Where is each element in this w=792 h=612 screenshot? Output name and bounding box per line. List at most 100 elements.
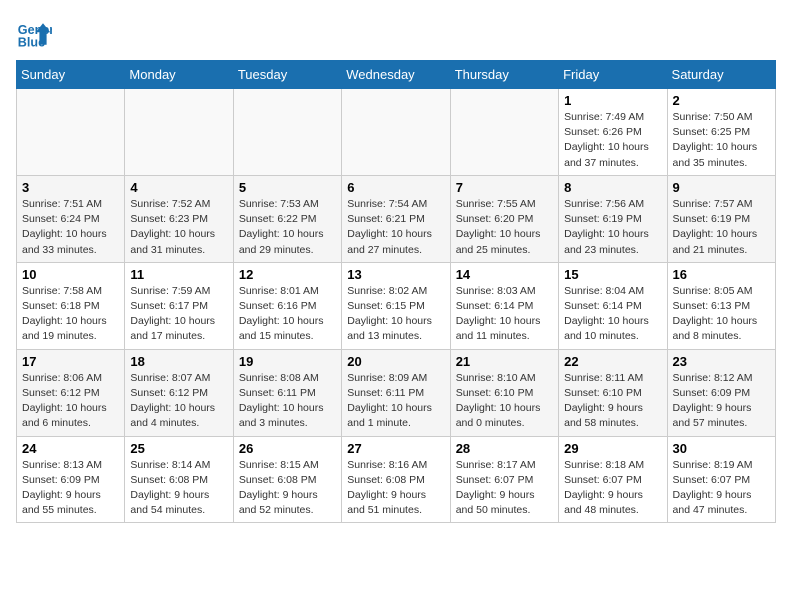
page-header: General Blue bbox=[16, 16, 776, 52]
day-number: 21 bbox=[456, 354, 553, 369]
day-info: Sunrise: 7:49 AMSunset: 6:26 PMDaylight:… bbox=[564, 110, 661, 171]
weekday-header-wednesday: Wednesday bbox=[342, 61, 450, 89]
day-info: Sunrise: 7:56 AMSunset: 6:19 PMDaylight:… bbox=[564, 197, 661, 258]
day-info: Sunrise: 8:02 AMSunset: 6:15 PMDaylight:… bbox=[347, 284, 444, 345]
day-number: 2 bbox=[673, 93, 770, 108]
weekday-header-thursday: Thursday bbox=[450, 61, 558, 89]
day-number: 15 bbox=[564, 267, 661, 282]
day-number: 4 bbox=[130, 180, 227, 195]
day-info: Sunrise: 8:12 AMSunset: 6:09 PMDaylight:… bbox=[673, 371, 770, 432]
day-number: 27 bbox=[347, 441, 444, 456]
day-number: 25 bbox=[130, 441, 227, 456]
day-info: Sunrise: 8:16 AMSunset: 6:08 PMDaylight:… bbox=[347, 458, 444, 519]
calendar-cell: 9Sunrise: 7:57 AMSunset: 6:19 PMDaylight… bbox=[667, 175, 775, 262]
calendar-week-2: 3 Sunrise: 7:51 AMSunset: 6:24 PMDaylight… bbox=[17, 175, 776, 262]
calendar-cell: 14 Sunrise: 8:03 AMSunset: 6:14 PMDayligh… bbox=[450, 262, 558, 349]
calendar-cell: 22Sunrise: 8:11 AMSunset: 6:10 PMDayligh… bbox=[559, 349, 667, 436]
calendar-header-row: SundayMondayTuesdayWednesdayThursdayFrid… bbox=[17, 61, 776, 89]
calendar-cell: 20 Sunrise: 8:09 AMSunset: 6:11 PMDayligh… bbox=[342, 349, 450, 436]
day-info: Sunrise: 7:51 AMSunset: 6:24 PMDaylight:… bbox=[22, 197, 119, 258]
day-number: 16 bbox=[673, 267, 770, 282]
day-info: Sunrise: 8:13 AMSunset: 6:09 PMDaylight:… bbox=[22, 458, 119, 519]
calendar-cell: 24 Sunrise: 8:13 AMSunset: 6:09 PMDayligh… bbox=[17, 436, 125, 523]
calendar-table: SundayMondayTuesdayWednesdayThursdayFrid… bbox=[16, 60, 776, 523]
day-info: Sunrise: 8:08 AMSunset: 6:11 PMDaylight:… bbox=[239, 371, 336, 432]
day-number: 9 bbox=[673, 180, 770, 195]
calendar-cell: 4Sunrise: 7:52 AMSunset: 6:23 PMDaylight… bbox=[125, 175, 233, 262]
calendar-cell: 7 Sunrise: 7:55 AMSunset: 6:20 PMDaylight… bbox=[450, 175, 558, 262]
calendar-cell: 11Sunrise: 7:59 AMSunset: 6:17 PMDayligh… bbox=[125, 262, 233, 349]
day-info: Sunrise: 7:54 AMSunset: 6:21 PMDaylight:… bbox=[347, 197, 444, 258]
calendar-cell: 6 Sunrise: 7:54 AMSunset: 6:21 PMDaylight… bbox=[342, 175, 450, 262]
calendar-cell: 1 Sunrise: 7:49 AMSunset: 6:26 PMDaylight… bbox=[559, 89, 667, 176]
day-info: Sunrise: 7:50 AMSunset: 6:25 PMDaylight:… bbox=[673, 110, 770, 171]
calendar-cell: 27 Sunrise: 8:16 AMSunset: 6:08 PMDayligh… bbox=[342, 436, 450, 523]
calendar-cell: 13Sunrise: 8:02 AMSunset: 6:15 PMDayligh… bbox=[342, 262, 450, 349]
day-number: 12 bbox=[239, 267, 336, 282]
calendar-cell: 17 Sunrise: 8:06 AMSunset: 6:12 PMDayligh… bbox=[17, 349, 125, 436]
calendar-week-1: 1 Sunrise: 7:49 AMSunset: 6:26 PMDaylight… bbox=[17, 89, 776, 176]
calendar-cell: 12 Sunrise: 8:01 AMSunset: 6:16 PMDayligh… bbox=[233, 262, 341, 349]
day-info: Sunrise: 8:11 AMSunset: 6:10 PMDaylight:… bbox=[564, 371, 661, 432]
day-number: 18 bbox=[130, 354, 227, 369]
calendar-cell: 10 Sunrise: 7:58 AMSunset: 6:18 PMDayligh… bbox=[17, 262, 125, 349]
day-info: Sunrise: 8:01 AMSunset: 6:16 PMDaylight:… bbox=[239, 284, 336, 345]
weekday-header-monday: Monday bbox=[125, 61, 233, 89]
day-number: 11 bbox=[130, 267, 227, 282]
calendar-week-3: 10 Sunrise: 7:58 AMSunset: 6:18 PMDayligh… bbox=[17, 262, 776, 349]
calendar-cell bbox=[342, 89, 450, 176]
weekday-header-friday: Friday bbox=[559, 61, 667, 89]
day-number: 6 bbox=[347, 180, 444, 195]
day-info: Sunrise: 7:53 AMSunset: 6:22 PMDaylight:… bbox=[239, 197, 336, 258]
day-info: Sunrise: 8:15 AMSunset: 6:08 PMDaylight:… bbox=[239, 458, 336, 519]
calendar-cell: 5 Sunrise: 7:53 AMSunset: 6:22 PMDaylight… bbox=[233, 175, 341, 262]
day-number: 3 bbox=[22, 180, 119, 195]
day-info: Sunrise: 7:55 AMSunset: 6:20 PMDaylight:… bbox=[456, 197, 553, 258]
day-info: Sunrise: 8:17 AMSunset: 6:07 PMDaylight:… bbox=[456, 458, 553, 519]
calendar-cell bbox=[17, 89, 125, 176]
day-number: 30 bbox=[673, 441, 770, 456]
day-info: Sunrise: 8:19 AMSunset: 6:07 PMDaylight:… bbox=[673, 458, 770, 519]
calendar-week-4: 17 Sunrise: 8:06 AMSunset: 6:12 PMDayligh… bbox=[17, 349, 776, 436]
calendar-cell: 3 Sunrise: 7:51 AMSunset: 6:24 PMDaylight… bbox=[17, 175, 125, 262]
weekday-header-sunday: Sunday bbox=[17, 61, 125, 89]
day-info: Sunrise: 7:58 AMSunset: 6:18 PMDaylight:… bbox=[22, 284, 119, 345]
calendar-cell: 2 Sunrise: 7:50 AMSunset: 6:25 PMDaylight… bbox=[667, 89, 775, 176]
day-number: 10 bbox=[22, 267, 119, 282]
day-number: 14 bbox=[456, 267, 553, 282]
calendar-cell bbox=[233, 89, 341, 176]
day-number: 17 bbox=[22, 354, 119, 369]
calendar-cell: 29Sunrise: 8:18 AMSunset: 6:07 PMDayligh… bbox=[559, 436, 667, 523]
calendar-cell: 26 Sunrise: 8:15 AMSunset: 6:08 PMDayligh… bbox=[233, 436, 341, 523]
calendar-cell: 8Sunrise: 7:56 AMSunset: 6:19 PMDaylight… bbox=[559, 175, 667, 262]
day-info: Sunrise: 8:10 AMSunset: 6:10 PMDaylight:… bbox=[456, 371, 553, 432]
logo-icon: General Blue bbox=[16, 16, 52, 52]
calendar-cell: 18 Sunrise: 8:07 AMSunset: 6:12 PMDayligh… bbox=[125, 349, 233, 436]
calendar-cell: 25Sunrise: 8:14 AMSunset: 6:08 PMDayligh… bbox=[125, 436, 233, 523]
calendar-cell: 28 Sunrise: 8:17 AMSunset: 6:07 PMDayligh… bbox=[450, 436, 558, 523]
logo: General Blue bbox=[16, 16, 52, 52]
day-number: 26 bbox=[239, 441, 336, 456]
day-number: 28 bbox=[456, 441, 553, 456]
day-number: 7 bbox=[456, 180, 553, 195]
day-number: 20 bbox=[347, 354, 444, 369]
day-info: Sunrise: 8:06 AMSunset: 6:12 PMDaylight:… bbox=[22, 371, 119, 432]
calendar-cell: 30 Sunrise: 8:19 AMSunset: 6:07 PMDayligh… bbox=[667, 436, 775, 523]
day-info: Sunrise: 8:05 AMSunset: 6:13 PMDaylight:… bbox=[673, 284, 770, 345]
day-number: 19 bbox=[239, 354, 336, 369]
day-info: Sunrise: 8:09 AMSunset: 6:11 PMDaylight:… bbox=[347, 371, 444, 432]
calendar-cell: 19 Sunrise: 8:08 AMSunset: 6:11 PMDayligh… bbox=[233, 349, 341, 436]
day-number: 29 bbox=[564, 441, 661, 456]
weekday-header-tuesday: Tuesday bbox=[233, 61, 341, 89]
day-number: 1 bbox=[564, 93, 661, 108]
calendar-cell: 16 Sunrise: 8:05 AMSunset: 6:13 PMDayligh… bbox=[667, 262, 775, 349]
day-info: Sunrise: 8:03 AMSunset: 6:14 PMDaylight:… bbox=[456, 284, 553, 345]
day-number: 5 bbox=[239, 180, 336, 195]
calendar-cell bbox=[125, 89, 233, 176]
calendar-cell: 21 Sunrise: 8:10 AMSunset: 6:10 PMDayligh… bbox=[450, 349, 558, 436]
day-number: 24 bbox=[22, 441, 119, 456]
day-info: Sunrise: 8:07 AMSunset: 6:12 PMDaylight:… bbox=[130, 371, 227, 432]
calendar-cell bbox=[450, 89, 558, 176]
weekday-header-saturday: Saturday bbox=[667, 61, 775, 89]
calendar-cell: 23Sunrise: 8:12 AMSunset: 6:09 PMDayligh… bbox=[667, 349, 775, 436]
